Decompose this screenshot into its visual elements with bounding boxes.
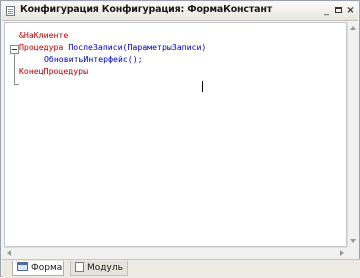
tab-form[interactable]: Форма xyxy=(12,261,64,276)
scroll-left-icon[interactable] xyxy=(7,250,11,256)
horizontal-scrollbar[interactable] xyxy=(4,247,347,259)
form-icon xyxy=(17,262,28,271)
document-icon xyxy=(6,6,15,16)
fold-end-marker xyxy=(14,84,19,85)
text-cursor xyxy=(202,81,203,92)
close-button[interactable]: × xyxy=(345,5,356,16)
vertical-scrollbar[interactable] xyxy=(347,22,359,247)
window-title: Конфигурация Конфигурация: ФормаКонстант xyxy=(20,4,273,15)
scroll-up-icon[interactable] xyxy=(350,26,356,30)
code-line-end-procedure: КонецПроцедуры xyxy=(19,66,89,76)
tab-module[interactable]: Модуль xyxy=(70,261,128,276)
procedure-signature: ПослеЗаписи(ПараметрыЗаписи) xyxy=(68,42,207,52)
size-grip xyxy=(347,247,359,259)
maximize-icon xyxy=(335,7,342,13)
tab-form-label: Форма xyxy=(31,263,63,273)
code-line-procedure: Процедура ПослеЗаписи(ПараметрыЗаписи) xyxy=(19,41,206,53)
scroll-down-icon[interactable] xyxy=(350,239,356,243)
tab-module-label: Модуль xyxy=(87,263,123,273)
maximize-button[interactable] xyxy=(333,5,344,16)
code-line-directive: &НаКлиенте xyxy=(19,30,69,40)
collapse-icon[interactable] xyxy=(10,45,19,54)
scroll-right-icon[interactable] xyxy=(340,250,344,256)
procedure-keyword: Процедура xyxy=(19,42,64,52)
minimize-button[interactable]: _ xyxy=(321,5,332,16)
module-icon xyxy=(75,261,84,272)
code-line-call: ОбновитьИнтерфейс(); xyxy=(44,54,143,64)
code-editor[interactable]: &НаКлиенте Процедура ПослеЗаписи(Парамет… xyxy=(4,22,347,247)
tab-bar: Форма Модуль xyxy=(2,259,360,278)
editor-window: Конфигурация Конфигурация: ФормаКонстант… xyxy=(0,0,360,278)
title-bar[interactable]: Конфигурация Конфигурация: ФормаКонстант… xyxy=(2,2,358,21)
